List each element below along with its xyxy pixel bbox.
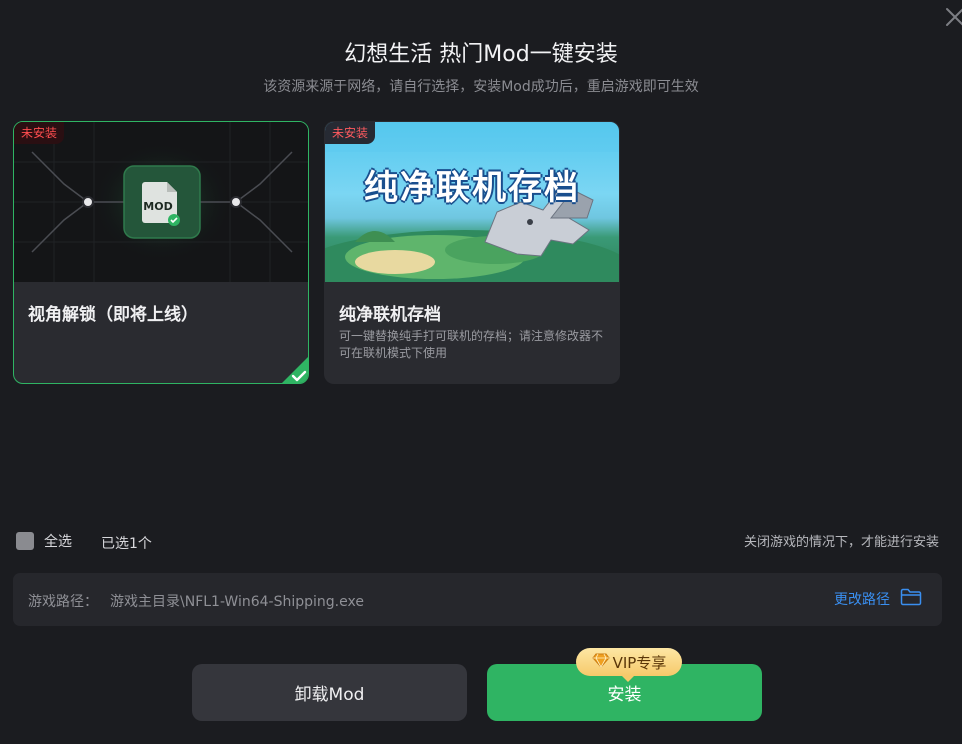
mod-card-camera-unlock[interactable]: MOD 未安装 视角解锁（即将上线） [13, 121, 309, 384]
select-all-label: 全选 [44, 534, 72, 550]
diamond-icon [591, 653, 610, 672]
install-notice: 关闭游戏的情况下，才能进行安装 [743, 535, 939, 550]
selected-count: 已选1个 [101, 536, 152, 552]
game-path-bar: 游戏路径： 游戏主目录\NFL1-Win64-Shipping.exe 更改路径 [13, 573, 942, 626]
mod-card-title: 纯净联机存档 [339, 305, 441, 325]
mod-card-clean-save[interactable]: 纯净联机存档 未安装 纯净联机存档 可一键替换纯手打可联机的存档；请注意修改器不… [324, 121, 620, 384]
select-all-toggle[interactable]: 全选 [16, 531, 72, 551]
folder-icon [900, 588, 922, 610]
mod-card-title: 视角解锁（即将上线） [28, 305, 198, 325]
change-path-button[interactable]: 更改路径 [834, 588, 922, 610]
close-icon[interactable] [944, 6, 962, 28]
not-installed-badge: 未安装 [325, 122, 376, 144]
mod-card-description: 可一键替换纯手打可联机的存档；请注意修改器不可在联机模式下使用 [339, 329, 604, 360]
selected-check-icon [281, 356, 308, 383]
mod-install-dialog: 幻想生活 热门Mod一键安装 该资源来源于网络，请自行选择，安装Mod成功后，重… [0, 0, 962, 744]
game-path-value: 游戏主目录\NFL1-Win64-Shipping.exe [110, 594, 364, 610]
dialog-subtitle: 该资源来源于网络，请自行选择，安装Mod成功后，重启游戏即可生效 [263, 79, 699, 95]
vip-badge-label: VIP专享 [612, 653, 667, 672]
mod-card-cover: MOD [14, 122, 308, 282]
uninstall-mod-button[interactable]: 卸载Mod [192, 664, 467, 721]
dialog-title: 幻想生活 热门Mod一键安装 [344, 42, 618, 67]
cover-title-text: 纯净联机存档 [364, 168, 580, 208]
mod-card-cover: 纯净联机存档 [325, 122, 619, 282]
select-all-checkbox[interactable] [16, 532, 34, 550]
change-path-label: 更改路径 [834, 592, 890, 608]
vip-exclusive-badge: VIP专享 [576, 648, 682, 682]
mod-label-text: MOD [143, 200, 172, 213]
game-path-label: 游戏路径： [28, 594, 98, 610]
not-installed-badge: 未安装 [14, 122, 65, 144]
